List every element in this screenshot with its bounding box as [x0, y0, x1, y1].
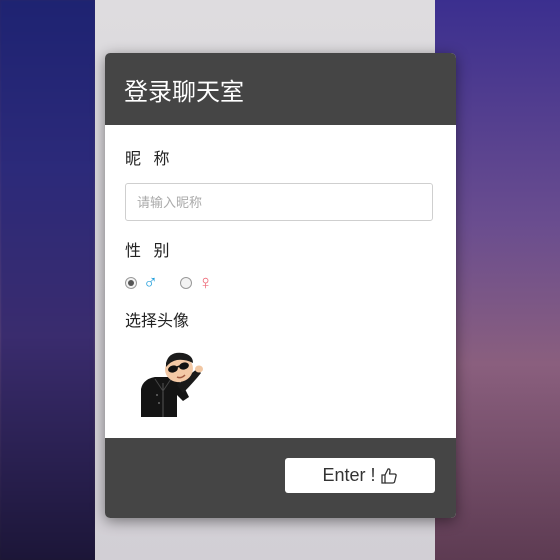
female-radio[interactable] [180, 277, 192, 289]
avatar-label: 选择头像 [125, 313, 190, 330]
nickname-label: 昵 称 [125, 151, 174, 168]
modal-header: 登录聊天室 [105, 53, 456, 125]
avatar-character-icon[interactable] [133, 345, 205, 417]
male-radio[interactable] [125, 277, 137, 289]
modal-body: 昵 称 性 别 ♂ ♀ 选择头像 [105, 125, 456, 418]
background-left-panel [0, 0, 95, 560]
modal-footer: Enter ! [105, 438, 456, 518]
male-symbol-icon: ♂ [143, 272, 158, 294]
gender-option-male[interactable]: ♂ [125, 273, 158, 293]
gender-options: ♂ ♀ [125, 273, 436, 293]
gender-option-female[interactable]: ♀ [180, 273, 213, 293]
thumbs-up-icon [380, 467, 397, 484]
gender-label: 性 别 [125, 243, 174, 260]
enter-button[interactable]: Enter ! [285, 458, 435, 493]
modal-title: 登录聊天室 [124, 78, 244, 106]
enter-button-label: Enter ! [322, 465, 376, 485]
female-symbol-icon: ♀ [198, 272, 213, 294]
nickname-input[interactable] [125, 183, 433, 221]
login-modal: 登录聊天室 昵 称 性 别 ♂ ♀ 选择头像 [105, 53, 456, 518]
